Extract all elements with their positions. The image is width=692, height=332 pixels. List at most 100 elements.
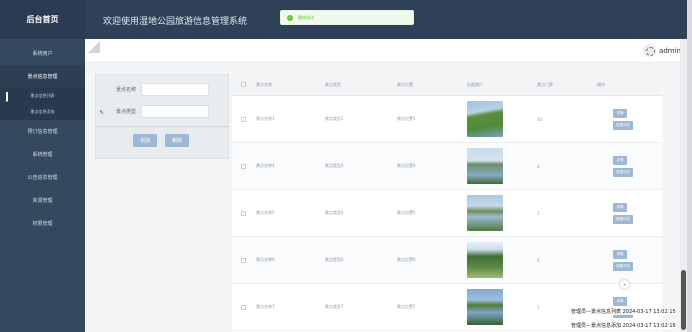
toast-message: 删除成功	[298, 14, 314, 20]
row-image-cell	[467, 101, 537, 137]
detail-button[interactable]: 详情	[613, 296, 627, 306]
row-location: 景点位置7	[397, 304, 416, 309]
sidebar-item-scenic[interactable]: 景点信息管理	[0, 65, 85, 88]
name-field-row: 景点名称	[96, 82, 230, 96]
row-checkbox-cell	[232, 210, 254, 216]
table-row: 景点名称6 景点类型6 景点位置6 6 详情 查看评论	[232, 237, 662, 284]
comment-button[interactable]: 查看评论	[613, 261, 633, 271]
user-menu[interactable]: admin	[643, 44, 681, 57]
active-marker	[6, 92, 14, 102]
row-location: 景点位置4	[397, 163, 416, 168]
comment-button[interactable]: 查看评论	[613, 120, 633, 130]
row-checkbox[interactable]	[240, 163, 246, 169]
close-icon[interactable]: ×	[620, 280, 629, 289]
select-all-checkbox[interactable]	[240, 82, 246, 87]
row-type: 景点类型4	[325, 163, 344, 168]
row-name: 景点名称5	[256, 210, 275, 215]
row-checkbox-cell	[232, 304, 254, 310]
row-checkbox-cell	[232, 163, 254, 169]
row-price: 5	[537, 210, 540, 216]
add-button[interactable]: 添加	[133, 134, 157, 147]
name-input[interactable]	[141, 82, 209, 96]
row-checkbox-cell	[232, 257, 254, 263]
row-type: 景点类型1	[325, 116, 344, 121]
table-row: 景点名称4 景点类型4 景点位置4 4 详情 查看评论	[232, 143, 662, 190]
log-line: 管理员—景点信息添加 2024-03-17 13:02:16	[571, 322, 676, 329]
check-icon: ✓	[287, 14, 293, 21]
select-all-cell	[232, 82, 254, 87]
brand-home-link[interactable]: 后台首页	[0, 0, 85, 39]
window-edge	[687, 0, 692, 332]
sidebar-item-system[interactable]: 系统管理	[0, 143, 85, 166]
row-operations: 详情 查看评论	[597, 249, 662, 271]
row-price: 50	[537, 116, 543, 122]
detail-button[interactable]: 详情	[613, 155, 627, 165]
row-checkbox[interactable]	[240, 257, 246, 263]
row-price: 4	[537, 163, 540, 169]
row-operations: 详情 查看评论	[597, 155, 662, 177]
log-line: 管理员—景点信息列表 2024-03-17 13:02:15	[571, 308, 676, 315]
header-location: 景点位置	[397, 81, 413, 87]
row-operations: 详情 查看评论	[597, 202, 662, 224]
row-type: 景点类型5	[325, 210, 344, 215]
row-image-cell	[467, 242, 537, 278]
row-location: 景点位置5	[397, 210, 416, 215]
cover-image	[467, 289, 503, 325]
row-name: 景点名称4	[256, 163, 275, 168]
table-header: 景点名称 景点类型 景点位置 封面图片 景点门票 操作	[232, 74, 662, 96]
collapse-sidebar-icon[interactable]	[88, 41, 100, 53]
type-input[interactable]	[141, 104, 209, 118]
detail-button[interactable]: 详情	[613, 249, 627, 259]
comment-button[interactable]: 查看评论	[613, 167, 633, 177]
cover-image	[467, 148, 503, 184]
header-name: 景点名称	[256, 81, 272, 87]
row-name: 景点名称1	[256, 116, 275, 121]
cover-image	[467, 195, 503, 231]
system-title: 欢迎使用湿地公园旅游信息管理系统	[103, 17, 248, 27]
table-row: 景点名称1 景点类型1 景点位置1 50 详情 查看评论	[232, 96, 662, 143]
sidebar-item-notice[interactable]: 公告信息管理	[0, 166, 85, 189]
header-type: 景点类型	[325, 81, 341, 87]
sidebar-item-users[interactable]: 系统用户	[0, 42, 85, 65]
delete-button[interactable]: 删除	[165, 134, 189, 147]
row-name: 景点名称7	[256, 304, 275, 309]
sidebar-subitem-scenic-add[interactable]: 景点信息添加	[0, 104, 85, 120]
table-row: 景点名称5 景点类型5 景点位置5 5 详情 查看评论	[232, 190, 662, 237]
row-image-cell	[467, 148, 537, 184]
row-checkbox[interactable]	[240, 210, 246, 216]
detail-button[interactable]: 详情	[613, 202, 627, 212]
row-location: 景点位置6	[397, 257, 416, 262]
operation-log: 管理员—景点信息列表 2024-03-17 13:02:15 管理员—景点信息添…	[571, 306, 687, 332]
row-name: 景点名称6	[256, 257, 275, 262]
scenic-table: 景点名称 景点类型 景点位置 封面图片 景点门票 操作 景点名称1 景点类型1 …	[232, 74, 662, 332]
type-field-row: 景点类型	[96, 104, 230, 118]
success-toast: ✓ 删除成功	[280, 10, 414, 25]
row-image-cell	[467, 195, 537, 231]
row-checkbox-cell	[232, 116, 254, 122]
sidebar-item-permission[interactable]: 权限管理	[0, 212, 85, 235]
panel-divider	[96, 126, 230, 127]
row-operations: 详情 查看评论	[597, 108, 662, 130]
row-type: 景点类型7	[325, 304, 344, 309]
header-price: 景点门票	[537, 81, 553, 87]
row-checkbox[interactable]	[240, 116, 246, 122]
username: admin	[659, 46, 681, 55]
header-operation: 操作	[597, 81, 605, 87]
comment-button[interactable]: 查看评论	[613, 214, 633, 224]
sidebar: 系统用户 景点信息管理 景点信息列表 景点信息添加 预订信息管理 系统管理 公告…	[0, 39, 85, 332]
detail-button[interactable]: 详情	[613, 108, 627, 118]
sidebar-item-resource[interactable]: 资源管理	[0, 189, 85, 212]
row-type: 景点类型6	[325, 257, 344, 262]
sidebar-item-booking[interactable]: 预订信息管理	[0, 120, 85, 143]
cover-image	[467, 101, 503, 137]
search-panel: 景点名称 景点类型 添加 删除	[95, 74, 230, 159]
row-image-cell	[467, 289, 537, 325]
name-label: 景点名称	[115, 86, 136, 93]
row-checkbox[interactable]	[240, 304, 246, 310]
row-price: 6	[537, 257, 540, 263]
mouse-cursor-icon: ⇖	[99, 109, 105, 116]
avatar	[643, 44, 657, 57]
row-location: 景点位置1	[397, 116, 416, 121]
cover-image	[467, 242, 503, 278]
header-image: 封面图片	[467, 81, 483, 87]
